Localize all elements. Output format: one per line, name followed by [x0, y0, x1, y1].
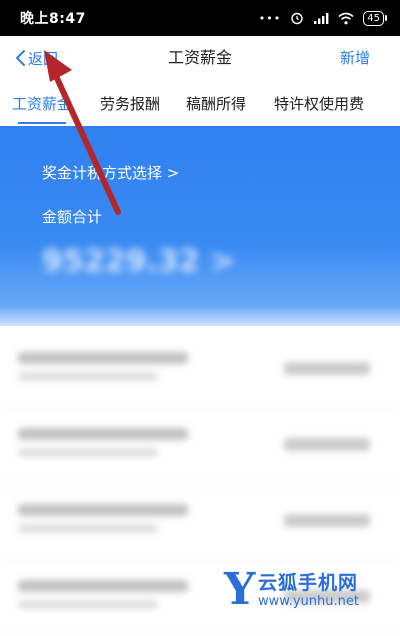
alarm-icon	[291, 12, 303, 25]
list-item-title	[18, 352, 188, 364]
battery-icon: 45	[363, 10, 387, 26]
tab-author-remuneration[interactable]: 稿酬所得	[186, 82, 246, 126]
list-item[interactable]	[0, 408, 400, 484]
back-label: 返回	[28, 49, 59, 68]
list-item-subtitle	[18, 448, 158, 457]
add-button[interactable]: 新增	[340, 36, 370, 80]
total-amount-label: 金额合计	[42, 208, 103, 226]
chevron-left-icon	[16, 50, 25, 66]
status-time: 晚上8:47	[20, 11, 86, 27]
list-item-subtitle	[18, 524, 158, 533]
watermark: Y 云狐手机网 www.yunhu.net	[224, 564, 400, 620]
list-item[interactable]	[0, 332, 400, 408]
signal-icon	[314, 12, 329, 24]
list-item[interactable]	[0, 484, 400, 560]
bonus-tax-method-link[interactable]: 奖金计税方式选择 >	[42, 162, 179, 183]
watermark-logo: Y	[224, 564, 256, 615]
tab-labor-remuneration[interactable]: 劳务报酬	[100, 82, 160, 126]
wifi-icon	[338, 12, 354, 24]
list-item-amount	[284, 438, 370, 451]
status-icons: ••• 45	[258, 10, 387, 26]
total-amount-value[interactable]: 95229.32 >	[42, 244, 235, 279]
nav-bar: 返回 工资薪金 新增	[0, 36, 400, 80]
list-item-title	[18, 428, 188, 440]
list-item-amount	[284, 362, 370, 375]
list-item-subtitle	[18, 372, 158, 381]
summary-panel: 奖金计税方式选择 > 金额合计 95229.32 >	[0, 126, 400, 326]
list-item-title	[18, 580, 188, 592]
more-dots-icon: •••	[258, 11, 282, 25]
tab-royalties[interactable]: 特许权使用费	[274, 82, 364, 126]
list-item-title	[18, 504, 188, 516]
back-button[interactable]: 返回	[14, 36, 58, 80]
list-item-amount	[284, 514, 370, 527]
tab-salary[interactable]: 工资薪金	[12, 82, 72, 126]
status-bar: 晚上8:47 ••• 45	[0, 0, 400, 36]
watermark-url: www.yunhu.net	[258, 594, 359, 609]
watermark-name: 云狐手机网	[258, 572, 359, 594]
list-item-subtitle	[18, 600, 158, 609]
tab-bar: 工资薪金 劳务报酬 稿酬所得 特许权使用费	[0, 82, 400, 127]
